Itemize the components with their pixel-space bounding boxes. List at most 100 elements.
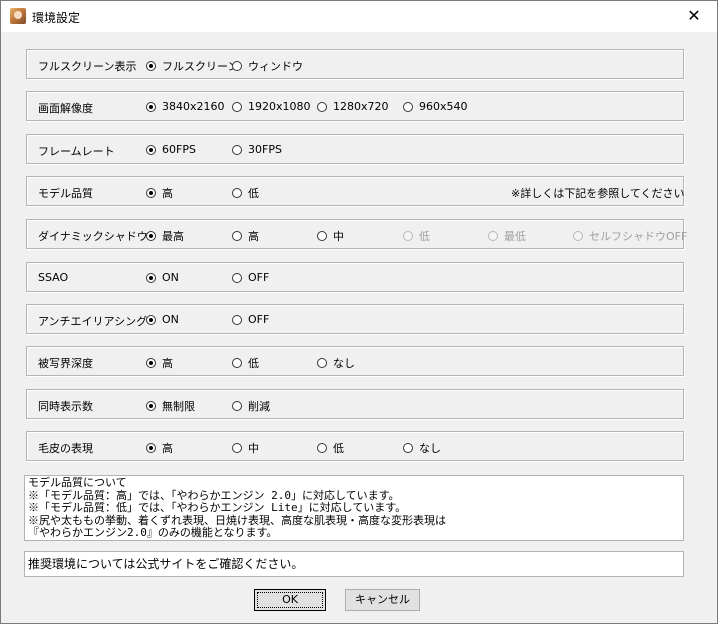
row-framerate: フレームレート 60FPS 30FPS [26, 134, 684, 164]
model-quality-note: ※詳しくは下記を参照してください [511, 187, 685, 200]
radio-icon[interactable] [232, 101, 242, 112]
fullscreen-option-fullscreen[interactable]: フルスクリーン [146, 58, 238, 74]
simultaneous-option-reduce[interactable]: 削減 [232, 398, 270, 414]
option-label: 無制限 [162, 400, 195, 413]
option-label: フルスクリーン [162, 60, 239, 73]
radio-disabled-icon [488, 231, 498, 241]
option-label: 低 [248, 187, 259, 200]
radio-icon[interactable] [232, 144, 242, 155]
model-quality-option-low[interactable]: 低 [232, 185, 259, 201]
dynamic-shadow-label: ダイナミックシャドウ [38, 230, 148, 243]
radio-icon[interactable] [317, 101, 327, 112]
radio-checked-icon[interactable] [146, 144, 156, 155]
radio-checked-icon[interactable] [146, 188, 156, 198]
radio-icon[interactable] [232, 272, 242, 283]
dynamic-shadow-option-mid[interactable]: 中 [317, 228, 344, 244]
ok-button[interactable]: OK [254, 589, 326, 611]
dof-option-none[interactable]: なし [317, 355, 355, 371]
radio-checked-icon[interactable] [146, 101, 156, 112]
option-label: 高 [162, 187, 173, 200]
ssao-option-on[interactable]: ON [146, 271, 179, 284]
row-depth-of-field: 被写界深度 高 低 なし [26, 346, 684, 376]
dof-label: 被写界深度 [38, 357, 93, 370]
settings-window: 環境設定 ✕ フルスクリーン表示 フルスクリーン ウィンドウ 画面解像度 384… [0, 0, 718, 624]
radio-icon[interactable] [232, 401, 242, 411]
dynamic-shadow-option-highest[interactable]: 最高 [146, 228, 184, 244]
option-label: ON [162, 271, 179, 284]
info-line: モデル品質について [28, 476, 127, 489]
row-model-quality: モデル品質 高 低 ※詳しくは下記を参照してください [26, 176, 685, 206]
framerate-option-30[interactable]: 30FPS [232, 143, 282, 156]
model-quality-option-high[interactable]: 高 [146, 185, 173, 201]
simultaneous-option-unlimited[interactable]: 無制限 [146, 398, 195, 414]
option-label: 中 [248, 442, 259, 455]
fullscreen-option-window[interactable]: ウィンドウ [232, 58, 303, 74]
option-label: 30FPS [248, 143, 282, 156]
option-label: OFF [248, 313, 270, 326]
resolution-option-1280[interactable]: 1280x720 [317, 100, 389, 113]
antialiasing-option-off[interactable]: OFF [232, 313, 269, 326]
row-simultaneous-count: 同時表示数 無制限 削減 [26, 389, 684, 419]
radio-icon[interactable] [232, 61, 242, 71]
radio-disabled-icon [403, 231, 413, 241]
fur-option-low[interactable]: 低 [317, 440, 344, 456]
dynamic-shadow-option-lowest: 最低 [488, 228, 526, 244]
option-label: 低 [248, 357, 259, 370]
radio-checked-icon[interactable] [146, 401, 156, 411]
radio-icon[interactable] [232, 358, 242, 368]
radio-checked-icon[interactable] [146, 314, 156, 325]
radio-icon[interactable] [317, 443, 327, 453]
row-resolution: 画面解像度 3840x2160 1920x1080 1280x720 960x5… [26, 91, 684, 121]
dof-option-high[interactable]: 高 [146, 355, 173, 371]
fur-option-high[interactable]: 高 [146, 440, 173, 456]
row-fullscreen: フルスクリーン表示 フルスクリーン ウィンドウ [26, 49, 684, 79]
dof-option-low[interactable]: 低 [232, 355, 259, 371]
row-antialiasing: アンチエイリアシング ON OFF [26, 304, 684, 334]
radio-checked-icon[interactable] [146, 61, 156, 71]
option-label: 3840x2160 [162, 100, 225, 113]
fur-option-none[interactable]: なし [403, 440, 441, 456]
option-label: 高 [248, 230, 259, 243]
radio-icon[interactable] [317, 358, 327, 368]
antialiasing-option-on[interactable]: ON [146, 313, 179, 326]
row-dynamic-shadow: ダイナミックシャドウ 最高 高 中 低 最低 セルフシャドウOFF [26, 219, 687, 249]
option-label: 960x540 [419, 100, 468, 113]
radio-checked-icon[interactable] [146, 272, 156, 283]
title-bar: 環境設定 ✕ [1, 1, 717, 32]
resolution-option-960[interactable]: 960x540 [403, 100, 468, 113]
radio-icon[interactable] [232, 231, 242, 241]
framerate-label: フレームレート [38, 145, 115, 158]
info-line: 『やわらかエンジン2.0』のみの機能となります。 [28, 526, 278, 539]
radio-icon[interactable] [403, 443, 413, 453]
cancel-button[interactable]: キャンセル [345, 589, 420, 611]
model-quality-info-box[interactable]: モデル品質について ※「モデル品質：高」では、「やわらかエンジン 2.0」に対応… [24, 475, 684, 541]
dynamic-shadow-option-high[interactable]: 高 [232, 228, 259, 244]
radio-icon[interactable] [317, 231, 327, 241]
option-label: なし [333, 357, 355, 370]
option-label: 最低 [504, 230, 526, 243]
row-ssao: SSAO ON OFF [26, 262, 684, 292]
radio-checked-icon[interactable] [146, 443, 156, 453]
simultaneous-label: 同時表示数 [38, 400, 93, 413]
ssao-option-off[interactable]: OFF [232, 271, 269, 284]
option-label: 高 [162, 357, 173, 370]
radio-icon[interactable] [232, 188, 242, 198]
radio-checked-icon[interactable] [146, 358, 156, 368]
radio-icon[interactable] [232, 443, 242, 453]
radio-icon[interactable] [403, 101, 413, 112]
ssao-label: SSAO [38, 271, 69, 284]
option-label: 最高 [162, 230, 184, 243]
close-button[interactable]: ✕ [671, 1, 717, 32]
option-label: 低 [419, 230, 430, 243]
fur-label: 毛皮の表現 [38, 442, 93, 455]
radio-checked-icon[interactable] [146, 231, 156, 241]
radio-icon[interactable] [232, 314, 242, 325]
info-line: ※「モデル品質：低」では、「やわらかエンジン Lite」に対応しています。 [28, 501, 407, 514]
resolution-option-1920[interactable]: 1920x1080 [232, 100, 311, 113]
recommendation-box[interactable]: 推奨環境については公式サイトをご確認ください。 [24, 551, 684, 577]
window-title: 環境設定 [32, 11, 81, 25]
resolution-option-3840[interactable]: 3840x2160 [146, 100, 225, 113]
option-label: 60FPS [162, 143, 196, 156]
framerate-option-60[interactable]: 60FPS [146, 143, 196, 156]
fur-option-mid[interactable]: 中 [232, 440, 259, 456]
